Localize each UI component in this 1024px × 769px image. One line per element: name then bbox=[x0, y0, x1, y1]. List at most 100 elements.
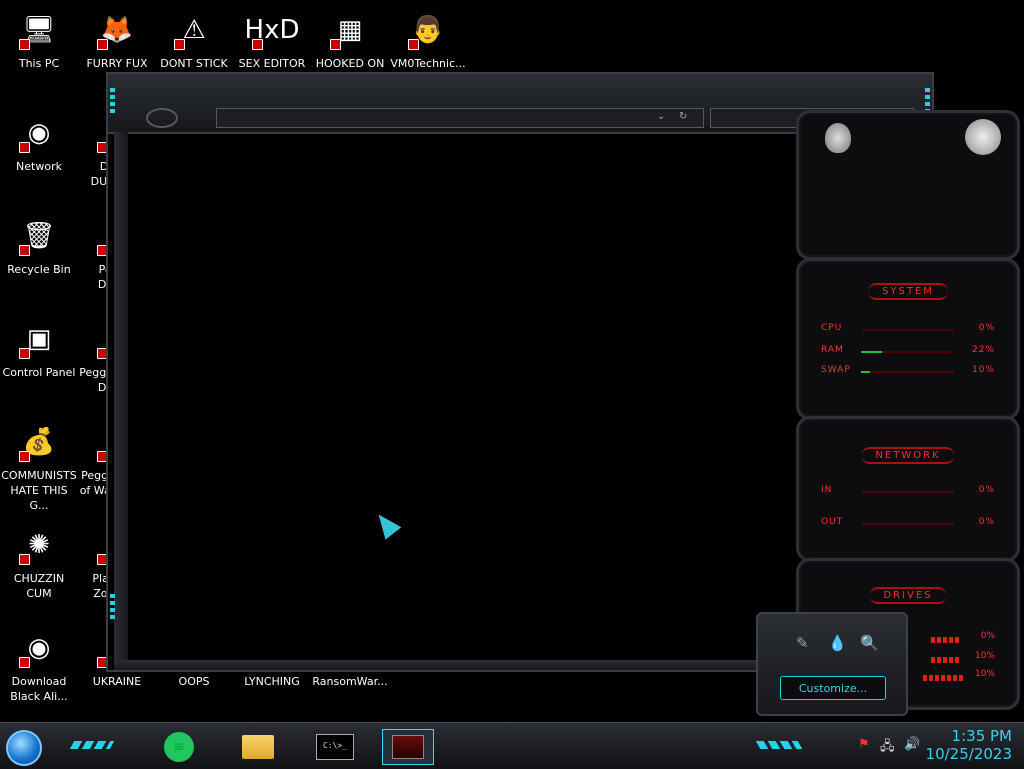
cpu-value: 0% bbox=[978, 323, 995, 333]
desktop-icon[interactable]: ◉ Network bbox=[0, 109, 78, 174]
window-left-border bbox=[114, 132, 128, 662]
address-bar[interactable]: ⌄ ↻ bbox=[216, 108, 704, 128]
network-out-bar bbox=[861, 523, 955, 525]
system-clock[interactable]: 1:35 PM 10/25/2023 bbox=[926, 727, 1012, 763]
desktop-icon-image: 💰 bbox=[15, 418, 63, 466]
desktop-icon[interactable]: 🖥 This PC bbox=[0, 6, 78, 71]
water-drop-icon[interactable]: 💧 bbox=[828, 634, 847, 652]
desktop-icon-image: ◉ bbox=[15, 109, 63, 157]
cpu-label: CPU bbox=[821, 323, 843, 333]
desktop-icon[interactable]: ✺ CHUZZIN CUM bbox=[0, 521, 78, 601]
desktop-icon-label: FURRY FUX bbox=[86, 57, 148, 70]
taskbar-accent bbox=[69, 741, 115, 749]
network-in-bar bbox=[861, 491, 955, 493]
alien-head-icon bbox=[825, 123, 851, 153]
network-out-label: OUT bbox=[821, 517, 844, 527]
desktop-icon[interactable]: 👨 VM0Technic... bbox=[389, 6, 467, 71]
taskbar-app-command-prompt[interactable]: C:\>_ bbox=[310, 729, 360, 765]
desktop-icon[interactable]: ▣ Control Panel bbox=[0, 315, 78, 380]
desktop-icon-image: ✺ bbox=[15, 521, 63, 569]
shortcut-arrow-icon bbox=[19, 348, 30, 359]
shortcut-arrow-icon bbox=[174, 39, 185, 50]
customize-button[interactable]: Customize... bbox=[780, 676, 886, 700]
sidebar-flyout[interactable]: ✎ 💧 🔍 Customize... bbox=[756, 612, 908, 716]
swap-label: SWAP bbox=[821, 365, 851, 375]
volume-icon[interactable]: 🔊 bbox=[904, 737, 920, 752]
desktop-icon[interactable]: ▦ HOOKED ON bbox=[311, 6, 389, 71]
desktop-icon-image: 👨 bbox=[404, 6, 452, 54]
desktop-icon-label: DONT STICK bbox=[160, 57, 228, 70]
desktop-icon-image: ◉ bbox=[15, 624, 63, 672]
network-in-row: IN 0% bbox=[821, 485, 995, 499]
ram-value: 22% bbox=[971, 345, 995, 355]
desktop-icon-label: This PC bbox=[18, 57, 60, 70]
desktop-icon-label: CHUZZIN CUM bbox=[13, 572, 65, 600]
shortcut-arrow-icon bbox=[408, 39, 419, 50]
frame-accent bbox=[110, 594, 115, 620]
desktop-icon-label: HOOKED ON bbox=[315, 57, 385, 70]
taskbar[interactable]: ≡ C:\>_ ⚑ 🖧 🔊 1:35 PM 10/25/2023 bbox=[0, 722, 1024, 769]
drive-bar bbox=[931, 657, 961, 663]
desktop-icon-label: LYNCHING bbox=[244, 675, 300, 688]
desktop-icon-image: HxD bbox=[245, 6, 299, 54]
desktop-icon[interactable]: ⚠ DONT STICK bbox=[155, 6, 233, 71]
shortcut-arrow-icon bbox=[97, 39, 108, 50]
drive-value: 0% bbox=[980, 631, 995, 641]
taskbar-app-active[interactable] bbox=[382, 729, 434, 765]
alien-head-gadget[interactable] bbox=[796, 110, 1020, 260]
start-button[interactable] bbox=[6, 730, 42, 766]
refresh-icon[interactable]: ↻ bbox=[679, 111, 687, 122]
shortcut-arrow-icon bbox=[19, 39, 30, 50]
desktop-icon-label: Recycle Bin bbox=[7, 263, 71, 276]
desktop-icon-label: UKRAINE bbox=[92, 675, 142, 688]
shortcut-arrow-icon bbox=[330, 39, 341, 50]
network-monitor-gadget[interactable]: NETWORK IN 0% OUT 0% bbox=[796, 416, 1020, 562]
system-monitor-gadget[interactable]: SYSTEM CPU 0% RAM 22% SWAP 10% bbox=[796, 258, 1020, 420]
desktop-icon-image: 🗑 bbox=[15, 212, 63, 260]
gadget-title: DRIVES bbox=[869, 587, 947, 604]
network-in-value: 0% bbox=[978, 485, 995, 495]
swap-value: 10% bbox=[971, 365, 995, 375]
cpu-bar bbox=[861, 329, 955, 331]
action-center-flag-icon[interactable]: ⚑ bbox=[858, 737, 870, 752]
desktop-icon[interactable]: ◉ Download Black Ali... bbox=[0, 624, 78, 704]
desktop-icon[interactable]: HxD SEX EDITOR bbox=[233, 6, 311, 71]
alienware-logo-icon bbox=[146, 108, 178, 128]
ram-row: RAM 22% bbox=[821, 345, 995, 359]
desktop-icon-label: OOPS bbox=[178, 675, 210, 688]
taskbar-app-notes[interactable]: ≡ bbox=[160, 729, 198, 765]
shortcut-arrow-icon bbox=[19, 245, 30, 256]
alien-head-icon bbox=[965, 119, 1001, 155]
network-tray-icon[interactable]: 🖧 bbox=[880, 737, 895, 759]
desktop-icon-image: ⚠ bbox=[170, 6, 218, 54]
command-prompt-icon: C:\>_ bbox=[316, 734, 354, 760]
desktop-icon-label: SEX EDITOR bbox=[238, 57, 306, 70]
chevron-down-icon[interactable]: ⌄ bbox=[657, 111, 665, 122]
clock-time: 1:35 PM bbox=[951, 727, 1012, 745]
pen-icon[interactable]: ✎ bbox=[796, 634, 809, 652]
cpu-row: CPU 0% bbox=[821, 323, 995, 337]
desktop-icon-image: 🖥 bbox=[15, 6, 63, 54]
desktop-icon-label: RansomWar... bbox=[312, 675, 388, 688]
shortcut-arrow-icon bbox=[19, 657, 30, 668]
desktop-icon[interactable]: 💰 COMMUNISTS HATE THIS G... bbox=[0, 418, 78, 513]
desktop-icon-label: COMMUNISTS HATE THIS G... bbox=[1, 469, 77, 512]
desktop-icon-image: ▦ bbox=[326, 6, 374, 54]
shortcut-arrow-icon bbox=[19, 142, 30, 153]
frame-accent bbox=[110, 88, 115, 114]
gadget-title: SYSTEM bbox=[868, 283, 948, 300]
taskbar-app-file-explorer[interactable] bbox=[238, 729, 278, 765]
shortcut-arrow-icon bbox=[252, 39, 263, 50]
clock-date: 10/25/2023 bbox=[925, 745, 1012, 763]
desktop-icon-label: VM0Technic... bbox=[390, 57, 466, 70]
ram-bar bbox=[861, 351, 955, 353]
network-out-row: OUT 0% bbox=[821, 517, 995, 531]
desktop-icon-image: ▣ bbox=[15, 315, 63, 363]
shortcut-arrow-icon bbox=[19, 451, 30, 462]
network-out-value: 0% bbox=[978, 517, 995, 527]
drive-bar bbox=[931, 637, 961, 643]
desktop-icon[interactable]: 🗑 Recycle Bin bbox=[0, 212, 78, 277]
magnifier-icon[interactable]: 🔍 bbox=[860, 634, 879, 652]
desktop-icon[interactable]: 🦊 FURRY FUX bbox=[78, 6, 156, 71]
gadget-title: NETWORK bbox=[861, 447, 955, 464]
